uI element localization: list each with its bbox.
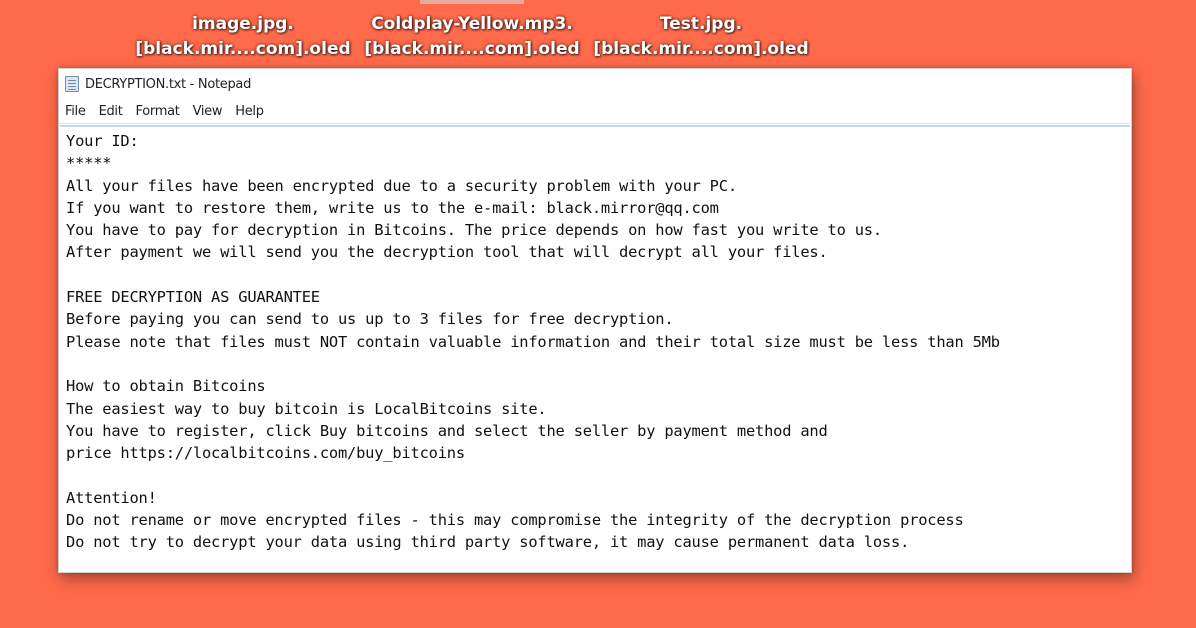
file-name-line1: Test.jpg.: [659, 14, 743, 34]
notepad-window[interactable]: DECRYPTION.txt - Notepad File Edit Forma…: [58, 68, 1132, 573]
document-text[interactable]: Your ID: ***** All your files have been …: [66, 130, 1130, 554]
file-name-line2: [black.mir....com].oled: [593, 39, 809, 59]
window-title: DECRYPTION.txt - Notepad: [85, 76, 252, 92]
desktop-top-edge: [420, 0, 524, 4]
menu-edit[interactable]: Edit: [99, 104, 123, 119]
file-name-line1: image.jpg.: [192, 14, 294, 34]
file-name-line1: Coldplay-Yellow.mp3.: [371, 14, 573, 34]
text-editor[interactable]: Your ID: ***** All your files have been …: [60, 125, 1130, 571]
notepad-icon: [65, 76, 79, 92]
desktop-files: image.jpg. [black.mir....com].oled Coldp…: [0, 0, 1196, 70]
file-name-line2: [black.mir....com].oled: [364, 39, 580, 59]
desktop-file-test[interactable]: Test.jpg. [black.mir....com].oled: [592, 12, 810, 62]
menu-help[interactable]: Help: [235, 104, 264, 119]
desktop-file-image[interactable]: image.jpg. [black.mir....com].oled: [135, 12, 351, 62]
menu-bar: File Edit Format View Help: [59, 99, 1131, 124]
menu-file[interactable]: File: [65, 104, 86, 119]
menu-format[interactable]: Format: [136, 104, 180, 119]
title-bar[interactable]: DECRYPTION.txt - Notepad: [59, 69, 1131, 99]
menu-view[interactable]: View: [193, 104, 223, 119]
file-name-line2: [black.mir....com].oled: [135, 39, 351, 59]
desktop-file-coldplay[interactable]: Coldplay-Yellow.mp3. [black.mir....com].…: [362, 12, 582, 62]
